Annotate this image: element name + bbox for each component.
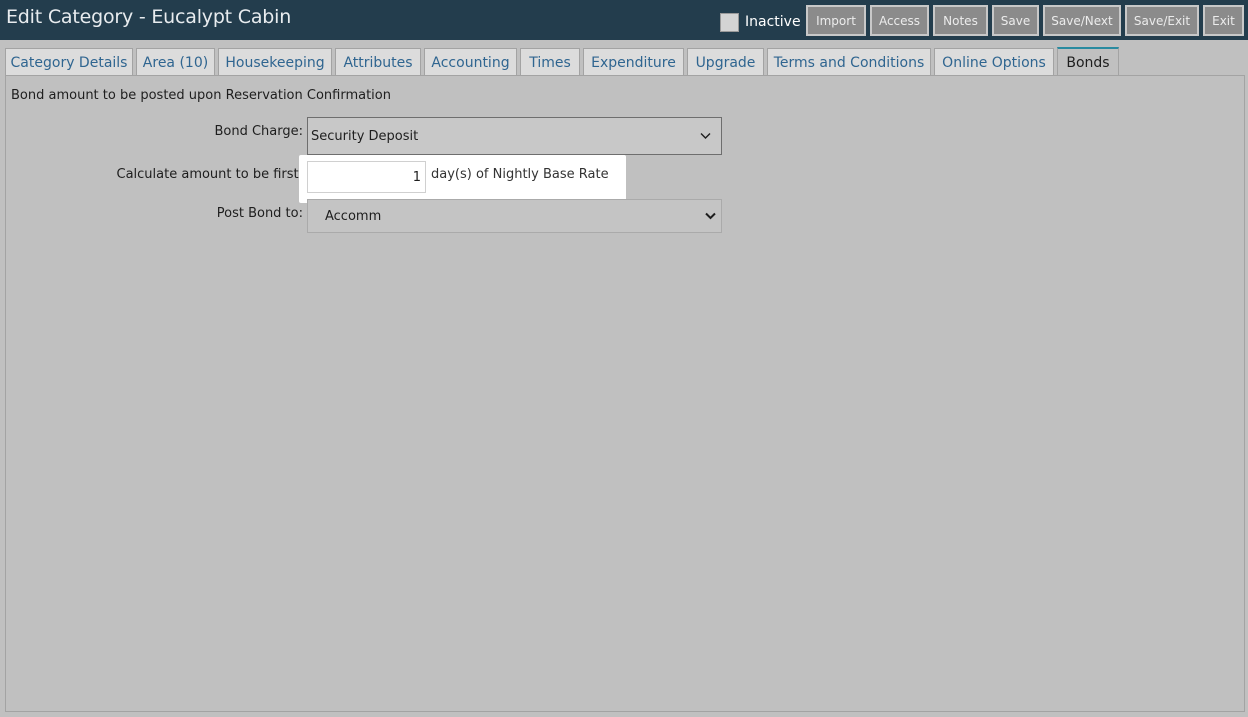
post-bond-select[interactable]: Accomm bbox=[307, 199, 722, 233]
tab-times[interactable]: Times bbox=[520, 48, 580, 76]
calc-amount-label: Calculate amount to be first: bbox=[116, 167, 304, 182]
header-bar: Edit Category - Eucalypt Cabin Inactive … bbox=[0, 0, 1248, 40]
save-next-button[interactable]: Save/Next bbox=[1043, 5, 1121, 36]
tab-category-details[interactable]: Category Details bbox=[5, 48, 133, 76]
tab-upgrade[interactable]: Upgrade bbox=[687, 48, 764, 76]
bond-charge-value: Security Deposit bbox=[311, 128, 419, 144]
chevron-down-icon bbox=[705, 209, 716, 224]
calc-suffix: day(s) of Nightly Base Rate bbox=[431, 167, 609, 182]
tab-housekeeping[interactable]: Housekeeping bbox=[218, 48, 332, 76]
exit-button[interactable]: Exit bbox=[1203, 5, 1244, 36]
access-button[interactable]: Access bbox=[870, 5, 929, 36]
tab-bonds[interactable]: Bonds bbox=[1057, 47, 1119, 77]
save-exit-button[interactable]: Save/Exit bbox=[1125, 5, 1199, 36]
tab-bar: Category Details Area (10) Housekeeping … bbox=[0, 47, 1248, 77]
tab-online-options[interactable]: Online Options bbox=[934, 48, 1054, 76]
inactive-label: Inactive bbox=[745, 14, 801, 30]
notes-button[interactable]: Notes bbox=[933, 5, 988, 36]
nights-input[interactable] bbox=[307, 161, 426, 193]
save-button[interactable]: Save bbox=[992, 5, 1039, 36]
tab-terms-and-conditions[interactable]: Terms and Conditions bbox=[767, 48, 931, 76]
tab-expenditure[interactable]: Expenditure bbox=[583, 48, 684, 76]
bonds-heading: Bond amount to be posted upon Reservatio… bbox=[11, 88, 391, 103]
tab-accounting[interactable]: Accounting bbox=[424, 48, 517, 76]
import-button[interactable]: Import bbox=[806, 5, 866, 36]
page-title: Edit Category - Eucalypt Cabin bbox=[6, 6, 292, 28]
bond-charge-select[interactable]: Security Deposit bbox=[307, 117, 722, 155]
tab-attributes[interactable]: Attributes bbox=[335, 48, 421, 76]
post-bond-label: Post Bond to: bbox=[216, 206, 303, 221]
tab-area[interactable]: Area (10) bbox=[136, 48, 215, 76]
inactive-toggle[interactable]: Inactive bbox=[720, 11, 801, 33]
bond-charge-label: Bond Charge: bbox=[214, 124, 303, 139]
post-bond-value: Accomm bbox=[325, 208, 382, 224]
inactive-checkbox[interactable] bbox=[720, 12, 739, 32]
chevron-down-icon bbox=[700, 129, 711, 144]
